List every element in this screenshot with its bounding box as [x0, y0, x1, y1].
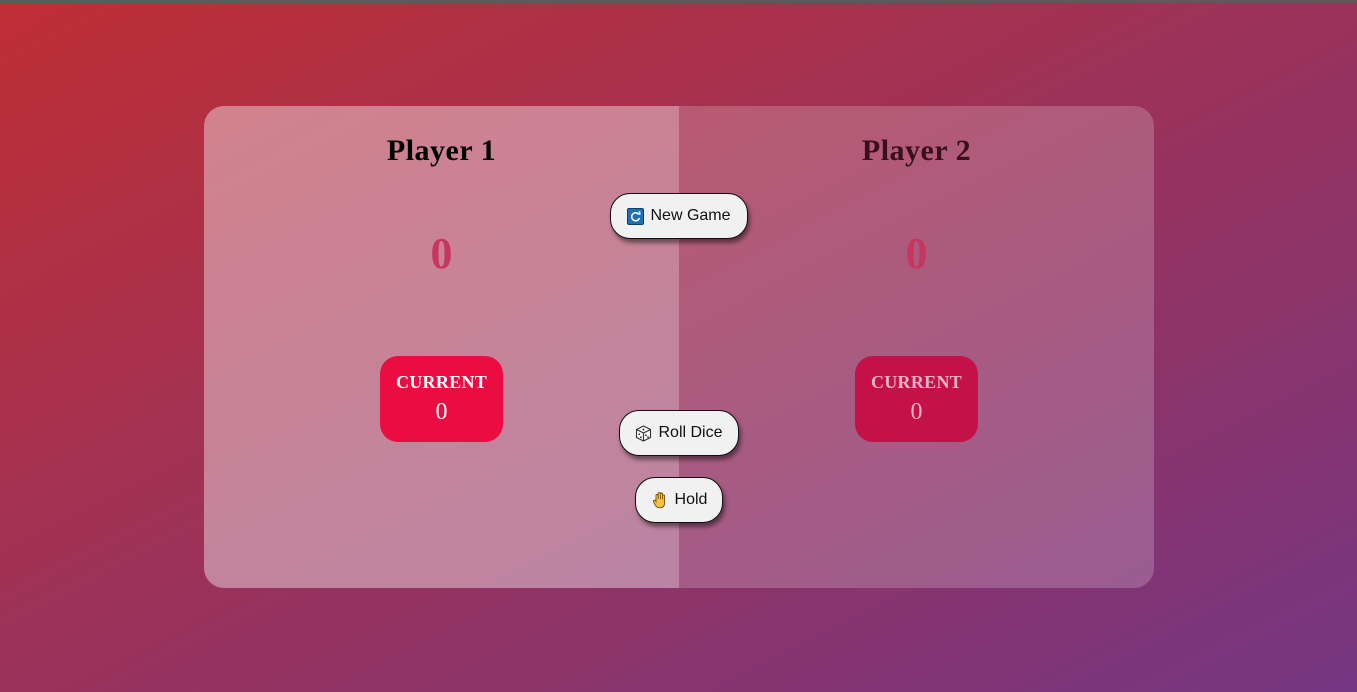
refresh-icon: [627, 207, 645, 225]
player-1-name: Player 1: [386, 134, 497, 167]
hold-button[interactable]: Hold: [635, 477, 723, 523]
player-1-current-score: 0: [435, 399, 448, 425]
roll-dice-label: Roll Dice: [658, 424, 723, 441]
dice-icon: [635, 424, 652, 442]
player-2-current-box: CURRENT 0: [855, 356, 978, 442]
hold-label: Hold: [674, 491, 708, 508]
player-2-score: 0: [905, 229, 928, 278]
player-2-current-score: 0: [910, 399, 923, 425]
roll-dice-button[interactable]: Roll Dice: [619, 410, 739, 456]
player-2-name: Player 2: [861, 134, 972, 167]
hand-icon: [651, 491, 669, 509]
new-game-button[interactable]: New Game: [610, 193, 748, 239]
player-1-score: 0: [430, 229, 453, 278]
window-top-border: [0, 0, 1357, 3]
new-game-label: New Game: [650, 207, 731, 224]
player-1-panel: Player 1 0 CURRENT 0: [204, 106, 679, 588]
player-2-panel: Player 2 0 CURRENT 0: [679, 106, 1154, 588]
player-1-current-label: CURRENT: [395, 372, 488, 392]
player-2-current-label: CURRENT: [870, 372, 963, 392]
player-1-current-box: CURRENT 0: [380, 356, 503, 442]
